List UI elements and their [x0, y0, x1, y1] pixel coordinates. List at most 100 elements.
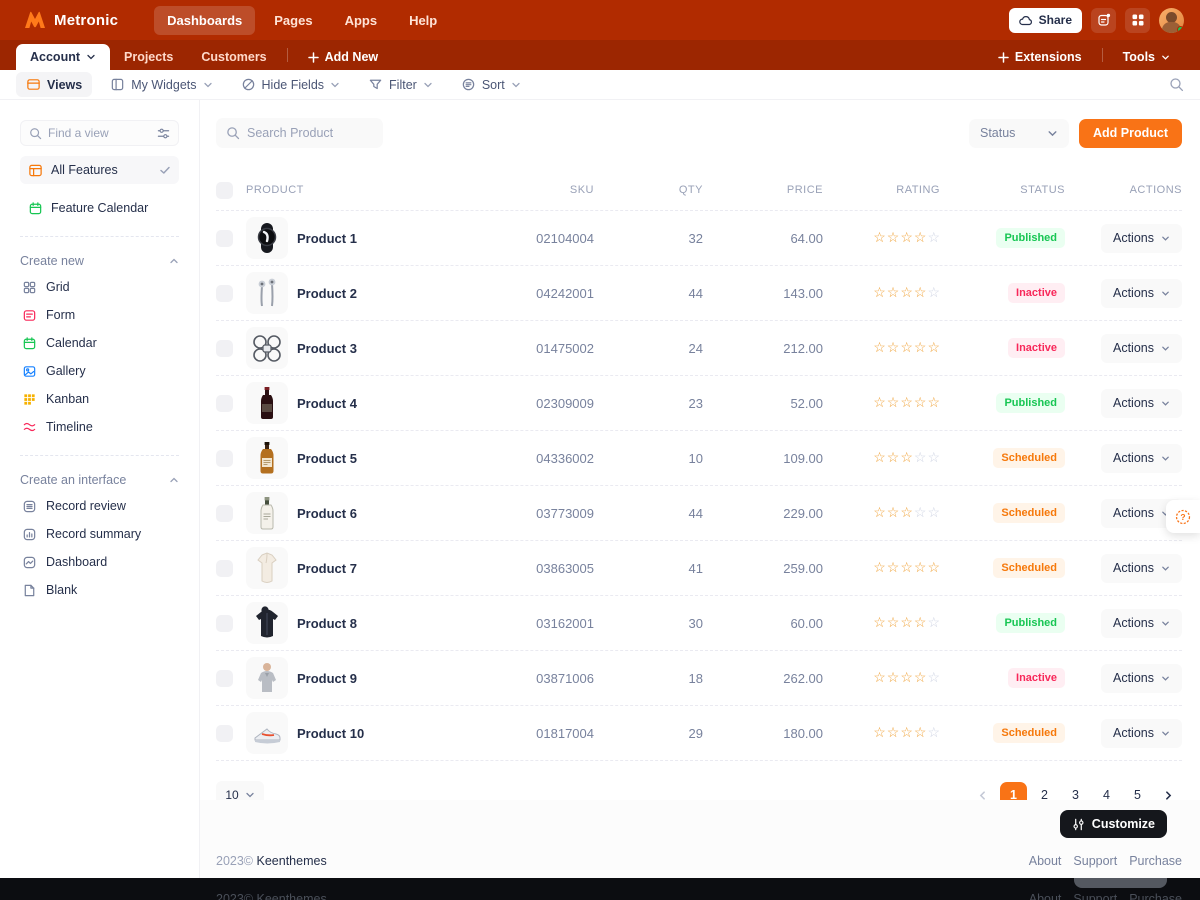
nav-item-pages[interactable]: Pages: [261, 6, 325, 35]
star-icon: ☆: [887, 615, 900, 629]
product-name[interactable]: Product 2: [297, 286, 357, 301]
actions-label: Actions: [1113, 561, 1154, 575]
row-checkbox[interactable]: [216, 450, 233, 467]
sidebar-view-all-features[interactable]: All Features: [20, 156, 179, 184]
product-qty: 24: [594, 341, 703, 356]
toolbar-item-label: Hide Fields: [262, 78, 325, 92]
footer-link-about[interactable]: About: [1029, 854, 1062, 868]
search-icon: [29, 127, 42, 140]
product-name[interactable]: Product 10: [297, 726, 364, 741]
star-icon: ☆: [927, 395, 940, 409]
share-button[interactable]: Share: [1009, 8, 1082, 33]
tab-label: Account: [30, 50, 80, 64]
sidebar-item-record-review[interactable]: Record review: [20, 492, 179, 520]
nav-item-dashboards[interactable]: Dashboards: [154, 6, 255, 35]
row-checkbox[interactable]: [216, 230, 233, 247]
sidebar-item-calendar[interactable]: Calendar: [20, 329, 179, 357]
plus-icon: [998, 52, 1009, 63]
sidebar-item-blank[interactable]: Blank: [20, 576, 179, 604]
product-name[interactable]: Product 5: [297, 451, 357, 466]
chevron-down-icon: [1047, 128, 1058, 139]
sidebar-item-timeline[interactable]: Timeline: [20, 413, 179, 441]
help-button[interactable]: ?: [1166, 500, 1200, 533]
search-product-box[interactable]: [216, 118, 383, 148]
toolbar-search-icon[interactable]: [1169, 77, 1184, 92]
jacket-thumbnail: [246, 602, 288, 644]
sidebar-item-dashboard[interactable]: Dashboard: [20, 548, 179, 576]
actions-button[interactable]: Actions: [1101, 334, 1182, 363]
product-name[interactable]: Product 7: [297, 561, 357, 576]
sliders-icon: [1072, 818, 1085, 831]
actions-button[interactable]: Actions: [1101, 444, 1182, 473]
sidebar-item-record-summary[interactable]: Record summary: [20, 520, 179, 548]
workspace-tab-account[interactable]: Account: [16, 44, 110, 70]
product-name[interactable]: Product 8: [297, 616, 357, 631]
actions-button[interactable]: Actions: [1101, 609, 1182, 638]
workspace-tab-customers[interactable]: Customers: [187, 44, 280, 70]
status-badge: Published: [996, 228, 1065, 248]
star-icon: ☆: [873, 615, 886, 629]
find-view-search[interactable]: [20, 120, 179, 146]
product-name[interactable]: Product 6: [297, 506, 357, 521]
add-product-button[interactable]: Add Product: [1079, 119, 1182, 148]
product-rating: ☆☆☆☆☆: [823, 669, 940, 687]
toolbar-item-views[interactable]: Views: [16, 72, 92, 97]
sidebar-item-kanban[interactable]: Kanban: [20, 385, 179, 413]
chevron-down-icon: [330, 80, 340, 90]
product-price: 64.00: [703, 231, 823, 246]
workspace-tab-projects[interactable]: Projects: [110, 44, 187, 70]
user-avatar[interactable]: [1159, 8, 1184, 33]
row-checkbox[interactable]: [216, 505, 233, 522]
table-row: Product 10 01817004 29 180.00 ☆☆☆☆☆ Sche…: [216, 706, 1182, 761]
nav-item-help[interactable]: Help: [396, 6, 450, 35]
select-all-checkbox[interactable]: [216, 182, 233, 199]
toolbar-item-hide-fields[interactable]: Hide Fields: [231, 72, 351, 97]
sidebar-section-title[interactable]: Create new: [20, 249, 179, 273]
nav-item-apps[interactable]: Apps: [332, 6, 391, 35]
top-nav: DashboardsPagesAppsHelp: [154, 6, 450, 35]
row-checkbox[interactable]: [216, 285, 233, 302]
star-icon: ☆: [914, 230, 927, 244]
footer-link-support[interactable]: Support: [1073, 854, 1117, 868]
clipboard-icon[interactable]: [1091, 8, 1116, 33]
toolbar-item-filter[interactable]: Filter: [358, 72, 443, 97]
product-name[interactable]: Product 9: [297, 671, 357, 686]
actions-button[interactable]: Actions: [1101, 224, 1182, 253]
tools-button[interactable]: Tools: [1109, 44, 1184, 70]
row-checkbox[interactable]: [216, 725, 233, 742]
sidebar-item-gallery[interactable]: Gallery: [20, 357, 179, 385]
apps-grid-icon[interactable]: [1125, 8, 1150, 33]
row-checkbox[interactable]: [216, 340, 233, 357]
actions-button[interactable]: Actions: [1101, 554, 1182, 583]
search-product-input[interactable]: [247, 126, 367, 140]
sidebar-item-grid[interactable]: Grid: [20, 273, 179, 301]
toolbar-item-sort[interactable]: Sort: [451, 72, 531, 97]
sidebar-item-form[interactable]: Form: [20, 301, 179, 329]
toolbar-item-my-widgets[interactable]: My Widgets: [100, 72, 222, 97]
product-name[interactable]: Product 4: [297, 396, 357, 411]
product-name[interactable]: Product 1: [297, 231, 357, 246]
row-checkbox[interactable]: [216, 670, 233, 687]
actions-button[interactable]: Actions: [1101, 664, 1182, 693]
copyright-brand[interactable]: Keenthemes: [257, 854, 327, 868]
footer-link-purchase[interactable]: Purchase: [1129, 854, 1182, 868]
row-checkbox[interactable]: [216, 615, 233, 632]
actions-button[interactable]: Actions: [1101, 389, 1182, 418]
find-view-input[interactable]: [48, 126, 148, 140]
sidebar-section-title[interactable]: Create an interface: [20, 468, 179, 492]
row-checkbox[interactable]: [216, 395, 233, 412]
status-filter-select[interactable]: Status: [969, 119, 1069, 148]
row-checkbox[interactable]: [216, 560, 233, 577]
brand[interactable]: Metronic: [24, 11, 118, 29]
section-title-label: Create new: [20, 254, 84, 268]
customize-button[interactable]: Customize: [1060, 810, 1167, 838]
star-icon: ☆: [914, 560, 927, 574]
add-new-tab-button[interactable]: Add New: [294, 44, 392, 70]
product-name[interactable]: Product 3: [297, 341, 357, 356]
filter-sliders-icon[interactable]: [157, 127, 170, 140]
extensions-button[interactable]: Extensions: [984, 44, 1096, 70]
sidebar-view-feature-calendar[interactable]: Feature Calendar: [20, 194, 179, 222]
actions-button[interactable]: Actions: [1101, 719, 1182, 748]
star-icon: ☆: [900, 505, 913, 519]
actions-button[interactable]: Actions: [1101, 279, 1182, 308]
